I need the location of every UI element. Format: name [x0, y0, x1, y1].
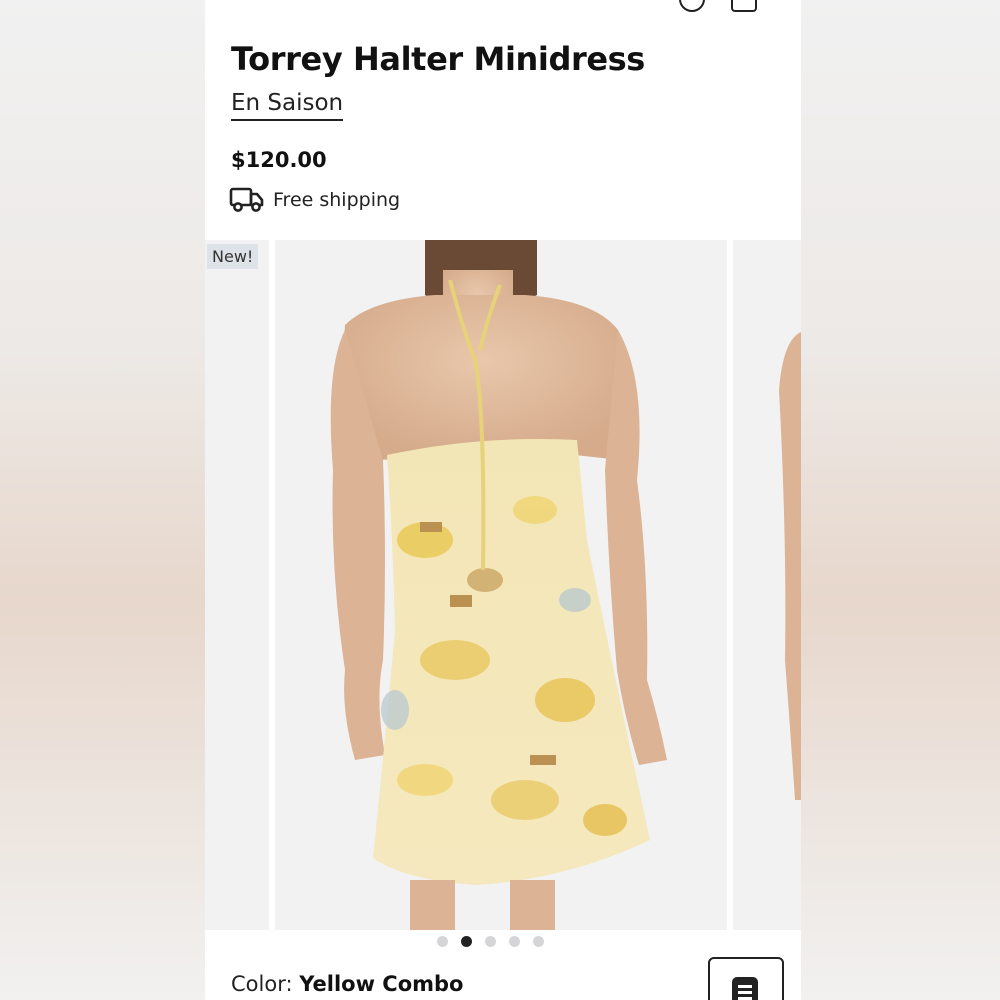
carousel-slide-current[interactable]	[275, 240, 727, 930]
blurred-background-left	[0, 0, 205, 1000]
list-icon	[732, 977, 758, 1000]
carousel-dot-1[interactable]	[437, 936, 448, 947]
carousel-slide-next[interactable]	[733, 240, 801, 930]
new-badge: New!	[207, 244, 259, 269]
truck-icon	[229, 187, 264, 212]
brand-link[interactable]: En Saison	[231, 90, 344, 121]
color-label: Color:	[231, 972, 293, 996]
shipping-info: Free shipping	[229, 186, 400, 214]
product-photo	[275, 240, 727, 930]
top-icons	[679, 0, 757, 12]
bag-icon[interactable]	[731, 0, 757, 12]
product-page: Torrey Halter Minidress En Saison $120.0…	[205, 0, 801, 1000]
product-title: Torrey Halter Minidress	[231, 40, 645, 78]
list-button[interactable]	[708, 957, 784, 1000]
carousel-dot-2[interactable]	[461, 936, 472, 947]
shipping-label: Free shipping	[273, 189, 401, 211]
image-carousel[interactable]: New!	[205, 240, 801, 930]
carousel-dot-5[interactable]	[533, 936, 544, 947]
color-value: Yellow Combo	[299, 972, 464, 996]
color-selection: Color: Yellow Combo	[231, 972, 463, 996]
carousel-dot-4[interactable]	[509, 936, 520, 947]
next-product-photo	[733, 240, 801, 930]
blurred-background-right	[800, 0, 1000, 1000]
carousel-dot-3[interactable]	[485, 936, 496, 947]
search-icon[interactable]	[679, 0, 705, 12]
carousel-pagination[interactable]	[437, 936, 544, 947]
carousel-slide-previous[interactable]: New!	[205, 240, 269, 930]
product-price: $120.00	[231, 148, 327, 172]
